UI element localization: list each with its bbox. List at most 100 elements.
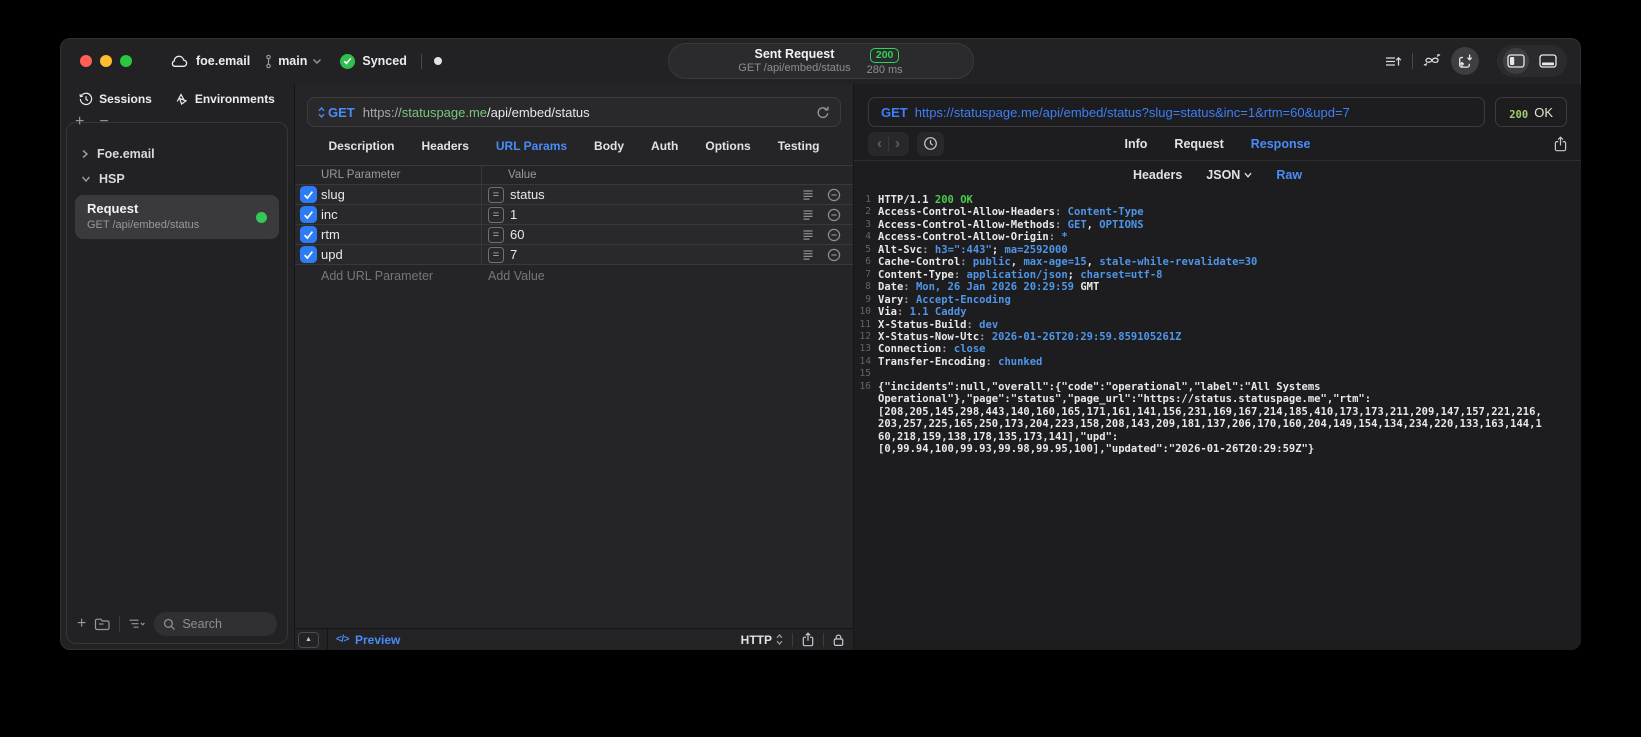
minimize-window-button[interactable] [100,55,112,67]
method-select-arrows-icon[interactable] [318,106,325,118]
code-line: 14 Transfer-Encoding: chunked [854,356,1581,368]
remove-param-icon[interactable] [827,208,841,222]
protocol-select[interactable]: HTTP [741,633,783,647]
subtab-json[interactable]: JSON [1206,168,1252,182]
param-value-field[interactable]: status [510,187,801,202]
subtab-raw[interactable]: Raw [1276,168,1302,182]
tab-headers[interactable]: Headers [422,139,469,153]
param-checkbox-checked[interactable] [300,226,317,243]
param-name-field[interactable]: upd [321,247,481,262]
code-line-text: [208,205,145,298,443,140,160,165,171,161… [878,405,1542,418]
url-host[interactable]: statuspage.me [402,105,487,120]
project-switcher[interactable]: foe.email [170,54,250,68]
tree-group-label: HSP [99,171,125,186]
toggle-bottom-panel-button[interactable] [1535,48,1561,74]
tab-request[interactable]: Request [1174,137,1223,151]
branch-switcher[interactable]: main [264,54,322,69]
sync-status[interactable]: Synced [340,53,407,69]
param-checkbox-checked[interactable] [300,246,317,263]
code-line: 13 Connection: close [854,343,1581,355]
toggle-sidebar-button[interactable] [1503,48,1529,74]
param-checkbox-checked[interactable] [300,186,317,203]
code-line-text: [0,99.94,100,99.93,99.98,99.95,100],"upd… [878,443,1315,456]
share-icon[interactable] [802,632,814,647]
param-options-icon[interactable] [801,249,815,261]
panel-toggles [1497,45,1567,77]
titlebar-actions [1385,45,1567,77]
tab-description[interactable]: Description [329,139,395,153]
tab-body[interactable]: Body [594,139,624,153]
line-number: 3 [865,218,871,230]
sort-filter-icon[interactable] [128,618,146,630]
param-row: slug = status [295,185,853,205]
request-summary-pill[interactable]: Sent Request GET /api/embed/status 200 2… [667,43,974,79]
tab-response[interactable]: Response [1251,137,1311,151]
request-list-item-selected[interactable]: Request GET /api/embed/status [75,195,279,239]
export-response-icon[interactable] [1554,135,1567,152]
remove-session-button[interactable]: − [99,114,108,130]
add-session-button[interactable]: + [75,114,84,130]
tree-group-foe-email[interactable]: Foe.email [67,141,287,166]
cloud-icon [170,55,189,68]
code-line-text [878,368,884,380]
param-options-icon[interactable] [801,209,815,221]
tab-sessions[interactable]: Sessions [79,92,152,106]
line-number: 4 [865,231,871,243]
code-line: 3 Access-Control-Allow-Methods: GET, OPTI… [854,219,1581,231]
titlebar: foe.email main Synced Sent Request GET /… [60,38,1581,84]
resend-request-icon[interactable] [816,105,830,120]
back-button[interactable]: ‹ [871,133,888,155]
param-options-icon[interactable] [801,189,815,201]
add-param-placeholder[interactable]: Add URL Parameter [321,269,488,283]
remove-param-icon[interactable] [827,248,841,262]
param-name-field[interactable]: inc [321,207,481,222]
forward-button[interactable]: › [889,133,906,155]
history-clock-button[interactable] [917,131,944,156]
remove-param-icon[interactable] [827,188,841,202]
tree-group-hsp[interactable]: HSP [67,166,287,191]
response-viewer-panel: GET https://statuspage.me/api/embed/stat… [854,84,1581,650]
param-options-icon[interactable] [801,229,815,241]
close-window-button[interactable] [80,55,92,67]
url-scheme[interactable]: https:// [363,105,402,120]
param-checkbox-checked[interactable] [300,206,317,223]
remove-param-icon[interactable] [827,228,841,242]
import-export-button[interactable] [1451,47,1479,75]
sidebar-toolbar: + Search [67,609,287,643]
chevron-down-icon [312,58,322,65]
subtab-headers[interactable]: Headers [1133,168,1182,182]
param-value-field[interactable]: 60 [510,227,801,242]
line-number: 10 [859,306,871,318]
code-line: 2 Access-Control-Allow-Headers: Content-T… [854,206,1581,218]
param-name-field[interactable]: slug [321,187,481,202]
sent-request-url-box[interactable]: GET https://statuspage.me/api/embed/stat… [868,97,1486,127]
request-queue-icon[interactable] [1385,54,1402,69]
code-line: 7 Content-Type: application/json; charset… [854,269,1581,281]
add-value-placeholder[interactable]: Add Value [488,269,545,283]
param-value-field[interactable]: 1 [510,207,801,222]
tab-auth[interactable]: Auth [651,139,678,153]
collapse-panel-button[interactable]: ▲ [298,631,319,648]
sidebar-search-input[interactable]: Search [154,612,277,636]
url-path[interactable]: /api/embed/status [487,105,590,120]
zoom-window-button[interactable] [120,55,132,67]
sync-loop-icon[interactable] [1423,54,1441,68]
tab-options[interactable]: Options [705,139,750,153]
code-line: Operational"},"page":"status","page_url"… [854,393,1581,405]
tab-environments[interactable]: Environments [174,92,275,106]
add-request-button[interactable]: + [77,615,86,633]
request-method[interactable]: GET [328,105,355,120]
response-raw-body[interactable]: 1 HTTP/1.1 200 OK 2 Access-Control-Allow-He… [854,188,1581,650]
request-url-bar[interactable]: GET https://statuspage.me/api/embed/stat… [307,97,841,127]
new-folder-icon[interactable] [94,617,111,631]
git-branch-icon [264,54,273,69]
line-number [854,418,878,430]
param-name-field[interactable]: rtm [321,227,481,242]
tab-url-params[interactable]: URL Params [496,139,567,153]
window-controls [80,55,132,67]
preview-button[interactable]: </> Preview [336,633,400,647]
tab-testing[interactable]: Testing [778,139,820,153]
lock-icon[interactable] [833,633,844,647]
tab-info[interactable]: Info [1125,137,1148,151]
param-value-field[interactable]: 7 [510,247,801,262]
